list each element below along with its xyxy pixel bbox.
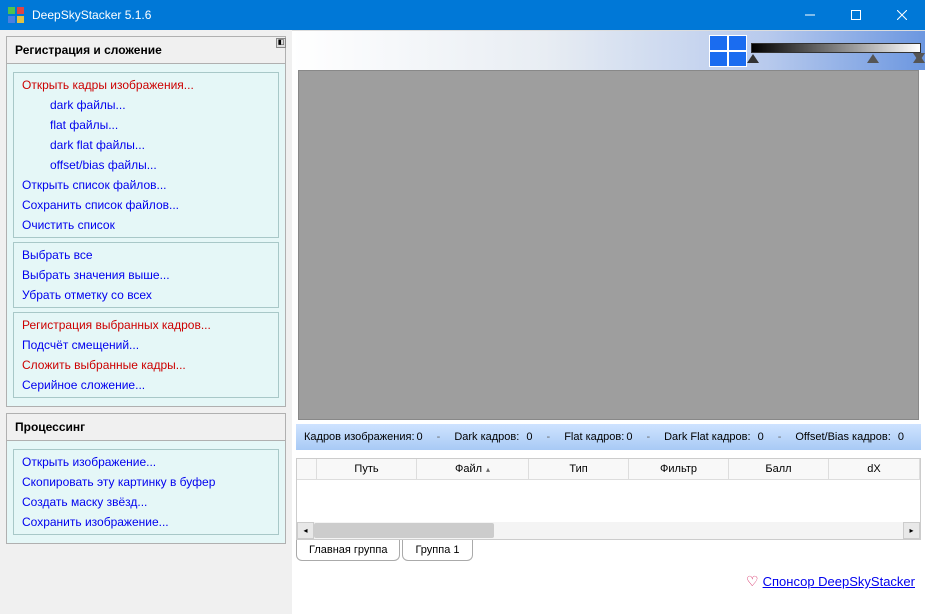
save-image-link[interactable]: Сохранить изображение... [14,512,278,532]
titlebar: DeepSkyStacker 5.1.6 [0,0,925,30]
processing-panel: Процессинг Открыть изображение... Скопир… [6,413,286,544]
group-tabs: Главная группа Группа 1 [296,540,921,561]
open-dark-files-link[interactable]: dark файлы... [14,95,278,115]
top-gradient-bar [292,30,925,70]
open-flat-files-link[interactable]: flat файлы... [14,115,278,135]
register-selected-link[interactable]: Регистрация выбранных кадров... [14,315,278,335]
separator: - [646,431,650,443]
close-button[interactable] [879,0,925,30]
scrollbar-thumb[interactable] [314,523,494,538]
sponsor-link[interactable]: Спонсор DeepSkyStacker [763,574,915,589]
tab-main-group[interactable]: Главная группа [296,540,400,561]
darkflat-frames-value: 0 [758,431,764,443]
stack-selected-link[interactable]: Сложить выбранные кадры... [14,355,278,375]
window-title: DeepSkyStacker 5.1.6 [32,8,787,22]
maximize-button[interactable] [833,0,879,30]
open-image-frames-link[interactable]: Открыть кадры изображения... [14,75,278,95]
image-frames-label: Кадров изображения: [304,431,415,443]
minimize-button[interactable] [787,0,833,30]
flat-frames-label: Flat кадров: [564,431,624,443]
dark-frames-label: Dark кадров: [454,431,519,443]
column-path[interactable]: Путь [317,459,417,479]
compute-offsets-link[interactable]: Подсчёт смещений... [14,335,278,355]
four-panel-icon[interactable] [709,35,747,67]
processing-panel-header: Процессинг [7,414,285,441]
app-icon [8,7,24,23]
unselect-all-link[interactable]: Убрать отметку со всех [14,285,278,305]
sidebar: ◧ Регистрация и сложение Открыть кадры и… [0,30,292,614]
column-dx[interactable]: dX [829,459,920,479]
offsetbias-frames-label: Offset/Bias кадров: [795,431,890,443]
darkflat-frames-label: Dark Flat кадров: [664,431,750,443]
image-preview[interactable] [298,70,919,420]
scroll-handle-icon[interactable]: ◧ [276,38,286,48]
column-type[interactable]: Тип [529,459,629,479]
column-checkbox[interactable] [297,459,317,479]
batch-stacking-link[interactable]: Серийное сложение... [14,375,278,395]
copy-to-clipboard-link[interactable]: Скопировать эту картинку в буфер [14,472,278,492]
tab-group-1[interactable]: Группа 1 [402,540,472,561]
clear-list-link[interactable]: Очистить список [14,215,278,235]
create-star-mask-link[interactable]: Создать маску звёзд... [14,492,278,512]
horizontal-scrollbar[interactable]: ◂ ▸ [297,522,920,539]
heart-icon: ♡ [746,573,759,589]
offsetbias-frames-value: 0 [898,431,904,443]
separator: - [778,431,782,443]
gamma-slider[interactable] [751,39,921,63]
save-file-list-link[interactable]: Сохранить список файлов... [14,195,278,215]
open-image-link[interactable]: Открыть изображение... [14,452,278,472]
column-filter[interactable]: Фильтр [629,459,729,479]
registration-panel: Регистрация и сложение Открыть кадры изо… [6,36,286,407]
column-score[interactable]: Балл [729,459,829,479]
content-area: Кадров изображения:0 - Dark кадров: 0 - … [292,30,925,614]
registration-panel-header: Регистрация и сложение [7,37,285,64]
image-frames-value: 0 [417,431,423,443]
sponsor-bar: ♡ Спонсор DeepSkyStacker [292,561,925,594]
sort-up-icon: ▴ [486,465,490,474]
stats-bar: Кадров изображения:0 - Dark кадров: 0 - … [296,424,921,450]
separator: - [437,431,441,443]
open-dark-flat-files-link[interactable]: dark flat файлы... [14,135,278,155]
open-offset-bias-files-link[interactable]: offset/bias файлы... [14,155,278,175]
file-table: Путь Файл▴ Тип Фильтр Балл dX ◂ ▸ [296,458,921,540]
table-body[interactable] [297,480,920,522]
select-above-link[interactable]: Выбрать значения выше... [14,265,278,285]
scroll-right-button[interactable]: ▸ [903,522,920,539]
select-all-link[interactable]: Выбрать все [14,245,278,265]
dark-frames-value: 0 [526,431,532,443]
scroll-left-button[interactable]: ◂ [297,522,314,539]
flat-frames-value: 0 [626,431,632,443]
open-file-list-link[interactable]: Открыть список файлов... [14,175,278,195]
separator: - [547,431,551,443]
column-file[interactable]: Файл▴ [417,459,529,479]
